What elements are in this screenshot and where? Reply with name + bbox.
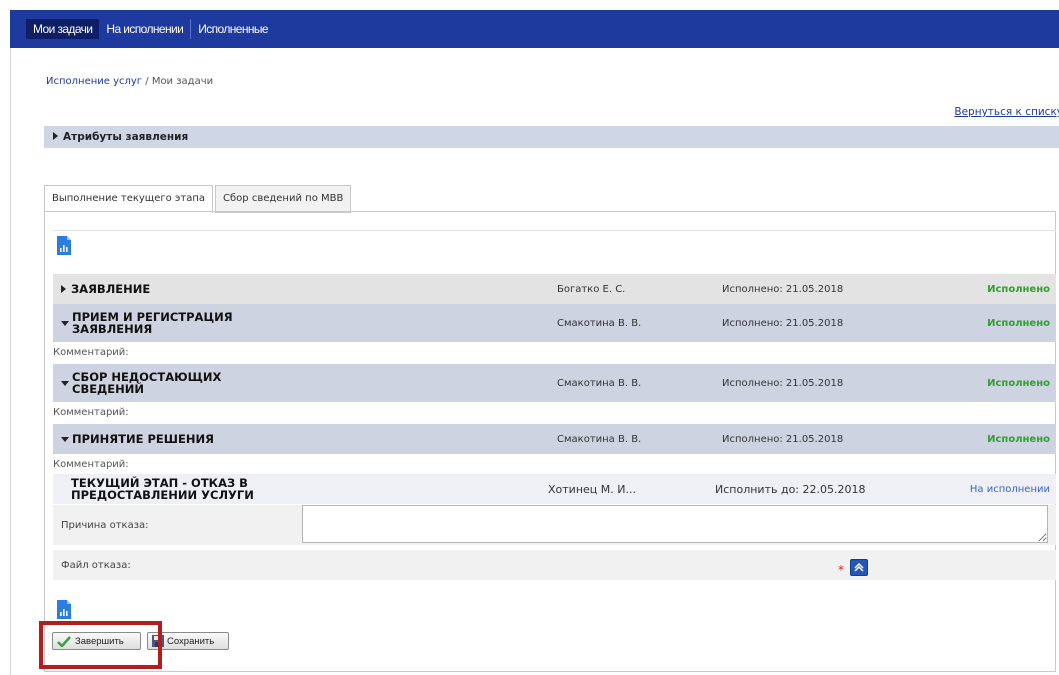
attributes-section-title: Атрибуты заявления: [63, 131, 189, 143]
current-stage-status: На исполнении: [969, 483, 1050, 495]
current-stage-name: ТЕКУЩИЙ ЭТАП - ОТКАЗ В ПРЕДОСТАВЛЕНИИ УС…: [71, 476, 254, 502]
collapse-arrow-icon: [61, 320, 69, 326]
file-row: Файл отказа:: [53, 550, 1056, 580]
stage-date: Исполнено: 21.05.2018: [722, 317, 844, 329]
stage-row[interactable]: ПРИЕМ И РЕГИСТРАЦИЯ ЗАЯВЛЕНИЯ Смакотина …: [53, 304, 1056, 342]
reason-label: Причина отказа:: [61, 519, 149, 531]
stage-status: Исполнено: [987, 433, 1050, 445]
expand-arrow-icon: [53, 132, 58, 140]
current-stage-deadline: Исполнить до: 22.05.2018: [715, 482, 866, 496]
stage-name: ПРИЕМ И РЕГИСТРАЦИЯ ЗАЯВЛЕНИЯ: [72, 310, 233, 336]
stage-date: Исполнено: 21.05.2018: [722, 433, 844, 445]
stage-status: Исполнено: [987, 377, 1050, 389]
expand-arrow-icon: [61, 285, 66, 293]
nav-tab-my-tasks[interactable]: Мои задачи: [26, 19, 100, 39]
stage-status: Исполнено: [987, 317, 1050, 329]
divider: [52, 230, 1056, 231]
stage-row[interactable]: ПРИНЯТИЕ РЕШЕНИЯ Смакотина В. В. Исполне…: [53, 424, 1056, 454]
current-stage-row: ТЕКУЩИЙ ЭТАП - ОТКАЗ В ПРЕДОСТАВЛЕНИИ УС…: [53, 474, 1056, 504]
save-button-label: Сохранить: [167, 635, 215, 647]
document-chart-icon[interactable]: [57, 236, 71, 255]
stage-comment-label: Комментарий:: [53, 347, 129, 358]
stage-row[interactable]: СБОР НЕДОСТАЮЩИХ СВЕДЕНИЙ Смакотина В. В…: [53, 364, 1056, 402]
tab-mvv-info[interactable]: Сбор сведений по МВВ: [215, 185, 352, 213]
stage-row[interactable]: ЗАЯВЛЕНИЕ Богатко Е. С. Исполнено: 21.05…: [53, 274, 1056, 304]
document-chart-icon[interactable]: [57, 600, 71, 619]
collapse-arrow-icon: [61, 380, 69, 386]
tab-current-stage[interactable]: Выполнение текущего этапа: [44, 185, 214, 213]
stage-executor: Смакотина В. В.: [557, 317, 642, 329]
stage-date: Исполнено: 21.05.2018: [722, 283, 844, 295]
breadcrumb-current: Мои задачи: [151, 76, 214, 87]
upload-button[interactable]: [850, 559, 868, 576]
breadcrumb-link-services[interactable]: Исполнение услуг: [46, 76, 142, 87]
stage-name: ПРИНЯТИЕ РЕШЕНИЯ: [72, 432, 214, 446]
stage-status: Исполнено: [987, 283, 1050, 295]
file-label: Файл отказа:: [61, 559, 131, 571]
collapse-arrow-icon: [61, 436, 69, 442]
stage-comment-label: Комментарий:: [53, 407, 129, 418]
stage-executor: Богатко Е. С.: [557, 283, 626, 295]
current-stage-executor: Хотинец М. И...: [548, 482, 636, 496]
stage-date: Исполнено: 21.05.2018: [722, 377, 844, 389]
required-mark: *: [838, 563, 844, 577]
stage-executor: Смакотина В. В.: [557, 433, 642, 445]
stage-name: СБОР НЕДОСТАЮЩИХ СВЕДЕНИЙ: [72, 370, 222, 396]
attributes-section-header[interactable]: Атрибуты заявления: [44, 126, 1059, 148]
reason-textarea[interactable]: [302, 505, 1048, 543]
stage-executor: Смакотина В. В.: [557, 377, 642, 389]
stage-comment-label: Комментарий:: [53, 459, 129, 470]
nav-tab-in-progress[interactable]: На исполнении: [99, 19, 190, 39]
back-to-list-link[interactable]: Вернуться к списку: [954, 106, 1059, 118]
highlight-annotation-box: [39, 621, 162, 669]
breadcrumb: Исполнение услуг / Мои задачи: [46, 76, 213, 87]
upload-icon: [854, 562, 864, 572]
stage-name: ЗАЯВЛЕНИЕ: [71, 282, 151, 296]
breadcrumb-separator: /: [142, 76, 152, 87]
top-navigation: Мои задачи На исполнении Исполненные: [10, 10, 1059, 48]
nav-tab-completed[interactable]: Исполненные: [191, 19, 275, 39]
content-tabs: Выполнение текущего этапа Сбор сведений …: [44, 185, 353, 213]
